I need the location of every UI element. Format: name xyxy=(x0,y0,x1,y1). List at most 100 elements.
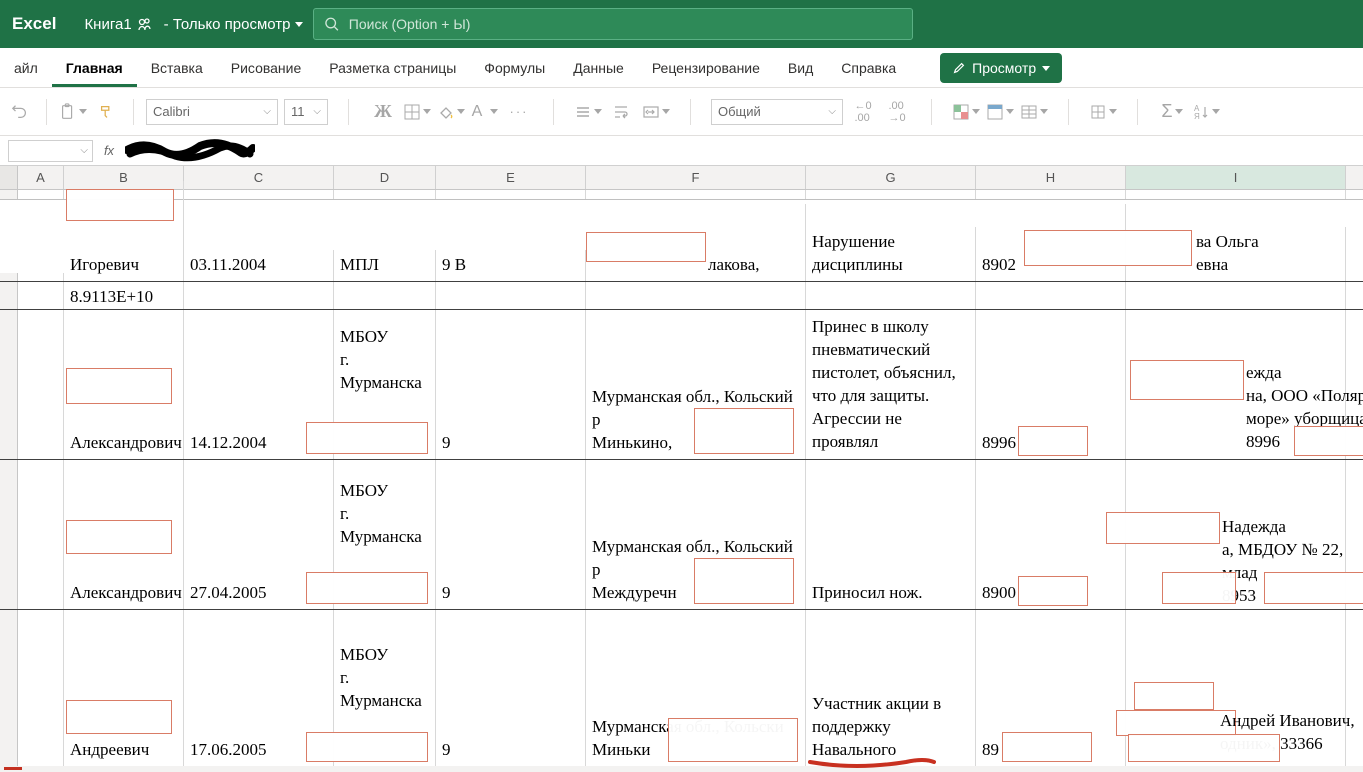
cell[interactable] xyxy=(976,282,1126,309)
select-all-corner[interactable] xyxy=(0,166,18,189)
cell[interactable] xyxy=(18,460,64,609)
cell[interactable]: 8902 xyxy=(976,204,1126,281)
font-size-selector[interactable]: 11⌵ xyxy=(284,99,328,125)
cell[interactable] xyxy=(1126,282,1346,309)
align-button[interactable] xyxy=(574,98,602,126)
cell[interactable]: Приносил нож. xyxy=(806,460,976,609)
cell[interactable]: 03.11.2004 xyxy=(184,250,334,281)
cell-text: МБОУ г. Мурманска xyxy=(340,645,422,710)
cell[interactable]: Александрович xyxy=(64,460,184,609)
tab-home[interactable]: Главная xyxy=(52,50,137,87)
cell[interactable]: Участник акции в поддержку Навального xyxy=(806,610,976,766)
tab-review[interactable]: Рецензирование xyxy=(638,50,774,87)
tab-draw[interactable]: Рисование xyxy=(217,50,316,87)
cell[interactable]: 9 xyxy=(436,460,586,609)
borders-button[interactable] xyxy=(403,98,431,126)
decrease-decimal-button[interactable]: .00→0 xyxy=(883,98,911,126)
spreadsheet-grid[interactable]: Игоревич 03.11.2004 МПЛ 9 В лакова, Нару… xyxy=(0,190,1363,766)
cell[interactable]: Принес в школу пневматический пистолет, … xyxy=(806,310,976,459)
font-name-selector[interactable]: Calibri⌵ xyxy=(146,99,278,125)
cell[interactable]: Надежда а, МБДОУ № 22, млад 8953 xyxy=(1126,460,1346,609)
cell[interactable]: МБОУ г. Мурманска xyxy=(334,310,436,459)
autosum-button[interactable]: Σ xyxy=(1158,98,1186,126)
cell[interactable] xyxy=(436,282,586,309)
cell[interactable] xyxy=(18,273,64,281)
cell[interactable] xyxy=(586,282,806,309)
merge-button[interactable] xyxy=(642,98,670,126)
format-painter-button[interactable] xyxy=(93,98,121,126)
more-font-button[interactable]: ··· xyxy=(505,98,533,126)
search-box[interactable] xyxy=(313,8,913,40)
cell[interactable]: Андрей Иванович, одник», 33366 xyxy=(1126,610,1346,766)
cell[interactable]: Игоревич xyxy=(64,181,184,281)
insert-cells-button[interactable] xyxy=(1089,98,1117,126)
cell[interactable]: МПЛ xyxy=(334,250,436,281)
col-header-A[interactable]: A xyxy=(18,166,64,189)
cell[interactable]: 9 В xyxy=(436,250,586,281)
cell[interactable] xyxy=(184,282,334,309)
tab-pagelayout[interactable]: Разметка страницы xyxy=(315,50,470,87)
viewing-mode-button[interactable]: Просмотр xyxy=(940,53,1062,83)
increase-decimal-button[interactable]: ←0.00 xyxy=(849,98,877,126)
conditional-format-button[interactable] xyxy=(952,98,980,126)
font-color-button[interactable]: A xyxy=(471,98,499,126)
title-bar: Excel Книга1 - Только просмотр xyxy=(0,0,1363,48)
bold-button[interactable]: Ж xyxy=(369,98,397,126)
redaction-box xyxy=(1264,572,1363,604)
undo-button[interactable] xyxy=(6,98,34,126)
search-input[interactable] xyxy=(349,16,902,32)
cell[interactable] xyxy=(334,282,436,309)
cell[interactable]: ва Ольга евна xyxy=(1126,227,1346,281)
cell[interactable]: Мурманская обл., Кольский р Междуречн xyxy=(586,460,806,609)
cell[interactable]: Нарушение дисциплины xyxy=(806,227,976,281)
cell[interactable]: 8996 xyxy=(976,310,1126,459)
cell[interactable]: Мурманская обл., Кольски Миньки xyxy=(586,610,806,766)
col-header-E[interactable]: E xyxy=(436,166,586,189)
document-name[interactable]: Книга1 xyxy=(84,16,151,33)
col-header-F[interactable]: F xyxy=(586,166,806,189)
col-header-D[interactable]: D xyxy=(334,166,436,189)
cell[interactable] xyxy=(18,310,64,459)
cell-text: 17.06.2005 xyxy=(190,739,267,762)
cell[interactable]: лакова, xyxy=(586,204,806,281)
sort-filter-button[interactable]: АЯ xyxy=(1192,98,1220,126)
cell[interactable]: 89 xyxy=(976,610,1126,766)
cell[interactable] xyxy=(806,282,976,309)
cell[interactable]: Александрович xyxy=(64,310,184,459)
cell-styles-button[interactable] xyxy=(1020,98,1048,126)
cell[interactable]: МБОУ г. Мурманска xyxy=(334,460,436,609)
cell[interactable]: Мурманская обл., Кольский р Минькино, xyxy=(586,310,806,459)
cell[interactable]: Андреевич xyxy=(64,610,184,766)
tab-view[interactable]: Вид xyxy=(774,50,827,87)
cell[interactable]: МБОУ г. Мурманска xyxy=(334,610,436,766)
fill-color-button[interactable] xyxy=(437,98,465,126)
number-format-selector[interactable]: Общий⌵ xyxy=(711,99,843,125)
cell[interactable]: 8.9113E+10 xyxy=(64,282,184,309)
cell[interactable] xyxy=(18,282,64,309)
cell[interactable]: 9 xyxy=(436,610,586,766)
col-header-I[interactable]: I xyxy=(1126,166,1346,189)
cell[interactable]: 9 xyxy=(436,310,586,459)
tab-insert[interactable]: Вставка xyxy=(137,50,217,87)
red-underline-annotation xyxy=(806,756,936,770)
name-box[interactable]: ⌵ xyxy=(8,140,93,162)
format-table-button[interactable] xyxy=(986,98,1014,126)
formula-input[interactable] xyxy=(125,140,1363,162)
cell[interactable] xyxy=(18,610,64,766)
fx-icon[interactable]: fx xyxy=(97,143,121,158)
redaction-box xyxy=(1134,682,1214,710)
tab-file[interactable]: айл xyxy=(0,50,52,87)
tab-formulas[interactable]: Формулы xyxy=(470,50,559,87)
col-header-G[interactable]: G xyxy=(806,166,976,189)
paste-button[interactable] xyxy=(59,98,87,126)
tab-help[interactable]: Справка xyxy=(827,50,910,87)
cell-text: 8900 xyxy=(982,583,1016,602)
tab-data[interactable]: Данные xyxy=(559,50,638,87)
col-header-H[interactable]: H xyxy=(976,166,1126,189)
cell[interactable]: 8900 xyxy=(976,460,1126,609)
col-header-C[interactable]: C xyxy=(184,166,334,189)
view-mode-dropdown[interactable]: - Только просмотр xyxy=(164,16,303,33)
app-name: Excel xyxy=(12,14,56,34)
cell[interactable]: ежда на, ООО «Полярное море» уборщица, 8… xyxy=(1126,310,1346,459)
wrap-text-button[interactable] xyxy=(608,98,636,126)
